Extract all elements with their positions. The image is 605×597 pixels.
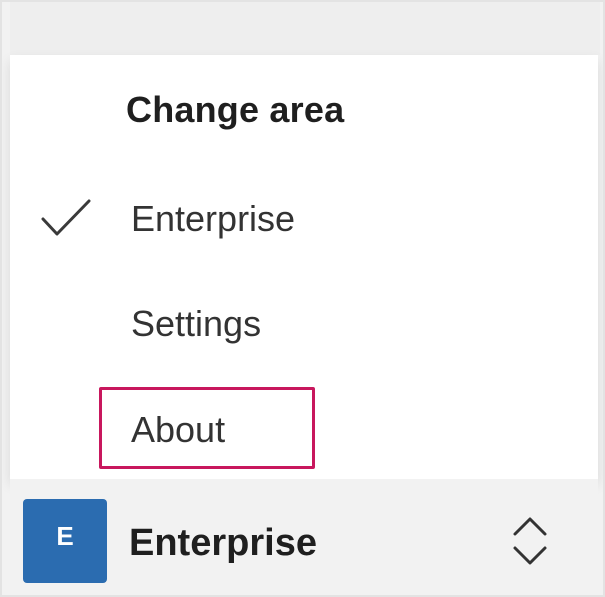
- menu-item-enterprise[interactable]: Enterprise: [10, 167, 598, 267]
- about-highlight-outline: [99, 387, 315, 469]
- area-menu-frame: Change area Enterprise Settings About E …: [0, 0, 605, 597]
- chevron-up-down-icon: [513, 517, 547, 565]
- current-area-label: Enterprise: [129, 522, 317, 564]
- menu-item-settings[interactable]: Settings: [10, 272, 598, 372]
- area-avatar: E: [23, 499, 107, 583]
- menu-item-label: Settings: [131, 303, 262, 344]
- menu-item-label: Enterprise: [131, 198, 296, 239]
- menu-heading: Change area: [126, 89, 345, 130]
- area-switcher-button[interactable]: E Enterprise: [10, 479, 598, 595]
- checkmark-icon: [41, 199, 91, 236]
- area-switcher-bar: E Enterprise: [10, 479, 598, 595]
- top-strip: [10, 2, 600, 55]
